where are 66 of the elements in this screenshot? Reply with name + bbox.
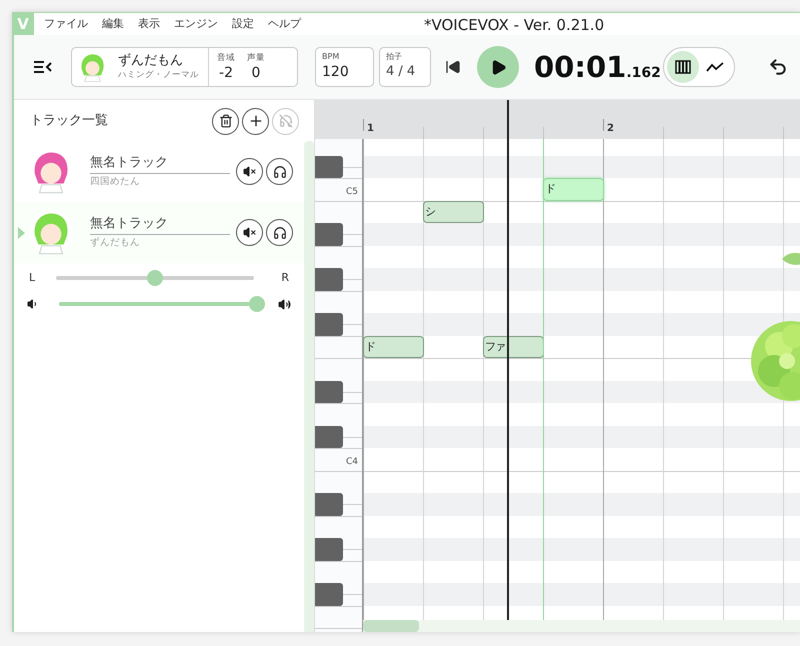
selected-track-marker [18,226,26,238]
pan-right-label: R [281,270,289,286]
time-display: 00:01 [534,50,626,84]
volume-high-icon [278,298,291,310]
view-mode-tab[interactable] [666,51,699,83]
piano-roll[interactable]: C5 C4 ド シ ド ファ 1 2 [314,100,800,632]
solo-button[interactable] [266,158,293,185]
headphones-icon [272,164,286,178]
mute-icon [243,165,256,178]
volume-value[interactable]: 0 [252,64,260,82]
track-item[interactable]: 無名トラック ずんだもん [14,202,304,263]
headphones-icon [272,226,286,240]
singer-card[interactable]: ずんだもん ハミング・ノーマル 音域 -2 声量 0 [71,47,298,87]
solo-button[interactable] [266,219,293,246]
track-name-field[interactable]: 無名トラック [90,214,230,235]
note[interactable]: シ [423,200,484,223]
key-label: C4 [346,456,358,469]
range-value[interactable]: -2 [219,64,233,82]
mute-button[interactable] [236,158,263,185]
piano-key[interactable] [315,380,343,403]
slider-thumb[interactable] [249,296,265,312]
volume-low-icon [27,298,39,310]
menu-item[interactable]: ヘルプ [268,16,301,32]
menu-item[interactable]: 設定 [232,16,254,32]
pan-left-label: L [29,270,36,286]
singer-style: ハミング・ノーマル [118,69,200,81]
add-track-button[interactable] [242,108,269,134]
measure-number: 1 [367,122,374,136]
track-list-title: トラック一覧 [30,112,108,130]
delete-track-button[interactable] [212,108,239,134]
bpm-field[interactable]: BPM 120 [315,47,374,87]
undo-icon[interactable] [768,57,788,77]
menu-item[interactable]: 表示 [138,16,160,32]
window-title: *VOICEVOX - Ver. 0.21.0 [424,15,604,36]
volume-label: 声量 [247,52,265,64]
note[interactable]: ファ [483,336,544,358]
track-singer: 四国めたん [90,175,141,189]
range-label: 音域 [217,52,235,64]
note[interactable]: ド [363,336,424,358]
trash-icon [218,114,232,128]
piano-key[interactable] [315,156,343,178]
piano-icon [674,60,691,74]
slider-thumb[interactable] [147,270,163,286]
mute-icon [243,226,256,239]
singer-name: ずんだもん [118,53,184,69]
menu-item[interactable]: ファイル [44,16,88,32]
track-name-field[interactable]: 無名トラック [90,153,230,174]
menu-item[interactable]: 編集 [102,16,124,32]
play-button[interactable] [477,46,519,88]
piano-key[interactable] [315,426,343,448]
app-logo: V [12,13,34,35]
key-label: C5 [346,186,358,199]
mute-button[interactable] [236,219,263,246]
time-signature-field[interactable]: 拍子 4 / 4 [379,47,431,87]
menu-icon[interactable] [33,60,53,74]
headphones-off-icon [278,114,292,128]
measure-number: 2 [607,122,614,136]
menu-item[interactable]: エンジン [174,16,218,32]
scrollbar-thumb[interactable] [363,620,419,632]
skip-back-icon[interactable] [445,59,461,75]
plus-icon [248,113,264,129]
note[interactable]: ド [543,178,604,200]
time-fraction: .162 [626,64,661,83]
track-singer: ずんだもん [90,236,141,250]
pitch-line-icon [706,61,724,73]
leaf-drawing [782,252,800,266]
